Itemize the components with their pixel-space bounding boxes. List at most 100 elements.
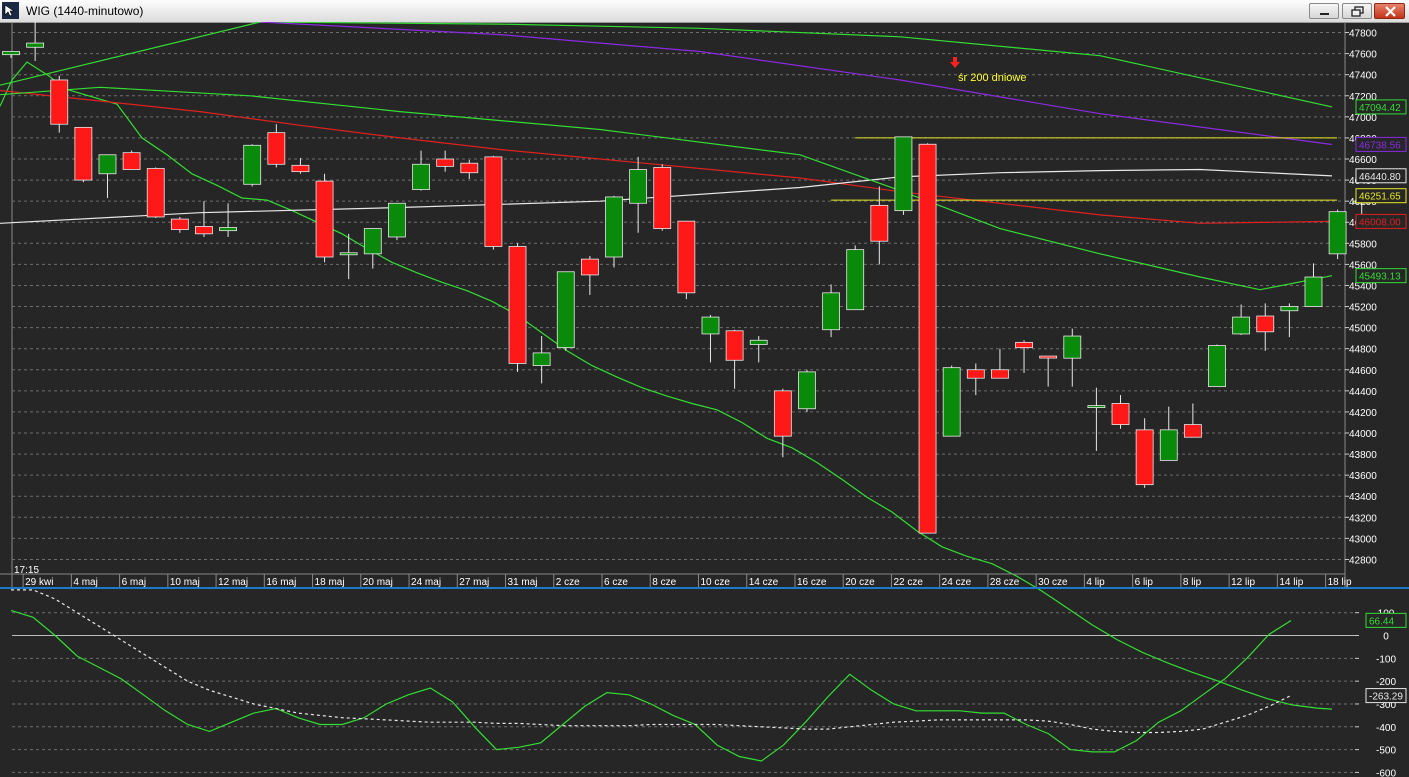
date-tick-label: 10 cze bbox=[700, 577, 730, 588]
oscillator-grid bbox=[12, 612, 1355, 773]
candle-body[interactable] bbox=[1328, 211, 1347, 255]
candle-body[interactable] bbox=[122, 152, 141, 170]
candle-body[interactable] bbox=[267, 132, 286, 165]
price-value-label: 46440.80 bbox=[1359, 172, 1401, 183]
date-tick-label: 16 cze bbox=[797, 577, 827, 588]
date-tick-label: 24 cze bbox=[942, 577, 972, 588]
candle-body[interactable] bbox=[195, 226, 213, 235]
candle-body[interactable] bbox=[894, 136, 913, 212]
candle-body[interactable] bbox=[991, 369, 1009, 379]
candle-body[interactable] bbox=[388, 202, 406, 238]
candle-body[interactable] bbox=[1039, 355, 1058, 359]
candle-body[interactable] bbox=[1183, 424, 1202, 438]
moving-average-line bbox=[0, 22, 1333, 108]
candle-body[interactable] bbox=[580, 258, 599, 276]
candle-body[interactable] bbox=[966, 369, 985, 379]
price-tick-label: 43200 bbox=[1349, 513, 1377, 524]
candle-body[interactable] bbox=[846, 249, 865, 311]
candle-body[interactable] bbox=[918, 143, 937, 534]
window-title: WIG (1440-minutowo) bbox=[26, 4, 144, 18]
chart-area[interactable]: 42800 43000 43200 43400 43600 43800 44000 44200… bbox=[0, 22, 1409, 777]
candle-body[interactable] bbox=[436, 158, 455, 167]
date-tick-label: 4 maj bbox=[73, 577, 97, 588]
price-tick-label: 47600 bbox=[1349, 50, 1377, 61]
candle-body[interactable] bbox=[26, 42, 45, 48]
price-value-label: 45493.13 bbox=[1359, 272, 1401, 283]
date-tick-label: 20 cze bbox=[845, 577, 875, 588]
candle-body[interactable] bbox=[412, 163, 430, 190]
candle-body[interactable] bbox=[291, 164, 310, 173]
oscillator-value-label: 66.44 bbox=[1369, 616, 1394, 627]
title-bar[interactable]: WIG (1440-minutowo) bbox=[0, 0, 1409, 23]
candle-body[interactable] bbox=[1135, 429, 1154, 486]
close-icon bbox=[1385, 6, 1396, 17]
oscillator-series-line bbox=[10, 609, 1292, 762]
date-axis: 29 kwi 4 maj 6 maj 10 maj 12 maj 16 maj 18 maj… bbox=[0, 573, 1352, 588]
candle-body[interactable] bbox=[1232, 316, 1251, 335]
oscillator-tick-label: -500 bbox=[1376, 746, 1396, 757]
candle-body[interactable] bbox=[170, 218, 189, 231]
candle-body[interactable] bbox=[749, 339, 768, 345]
candle-body[interactable] bbox=[50, 79, 69, 125]
candle-body[interactable] bbox=[605, 196, 623, 258]
date-tick-label: 10 maj bbox=[170, 577, 200, 588]
date-tick-label: 18 maj bbox=[315, 577, 345, 588]
candle-body[interactable] bbox=[870, 204, 889, 242]
candle-body[interactable] bbox=[484, 156, 503, 247]
candle-body[interactable] bbox=[460, 162, 479, 174]
candle-body[interactable] bbox=[74, 126, 93, 181]
price-tick-label: 43000 bbox=[1349, 534, 1377, 545]
candle-body[interactable] bbox=[315, 180, 334, 258]
candle-body[interactable] bbox=[98, 154, 117, 175]
candle-body[interactable] bbox=[1304, 276, 1323, 307]
close-button[interactable] bbox=[1374, 3, 1405, 19]
restore-button[interactable] bbox=[1342, 3, 1372, 19]
candle-body[interactable] bbox=[1111, 403, 1130, 425]
candle-body[interactable] bbox=[629, 169, 648, 204]
time-label: 17:15 bbox=[14, 565, 39, 576]
candle-body[interactable] bbox=[219, 227, 237, 232]
moving-averages bbox=[0, 22, 1333, 710]
candle-body[interactable] bbox=[798, 371, 816, 410]
candle-body[interactable] bbox=[363, 228, 382, 255]
price-tick-label: 44800 bbox=[1349, 345, 1377, 356]
price-tick-label: 45800 bbox=[1349, 239, 1377, 250]
annotation-text: śr 200 dniowe bbox=[958, 72, 1027, 84]
candle-body[interactable] bbox=[508, 246, 527, 364]
candle-body[interactable] bbox=[1087, 405, 1106, 409]
app-icon bbox=[2, 2, 19, 19]
candles[interactable] bbox=[2, 22, 1371, 534]
candle-body[interactable] bbox=[339, 252, 358, 256]
oscillator-tick-label: -200 bbox=[1376, 677, 1396, 688]
candle-body[interactable] bbox=[1280, 306, 1299, 312]
candle-body[interactable] bbox=[942, 367, 961, 437]
candle-body[interactable] bbox=[1256, 315, 1275, 333]
price-tick-label: 43800 bbox=[1349, 450, 1377, 461]
candle-body[interactable] bbox=[1015, 341, 1033, 349]
date-tick-label: 29 kwi bbox=[25, 577, 53, 588]
candle-body[interactable] bbox=[1159, 429, 1178, 461]
price-value-label: 47094.42 bbox=[1359, 103, 1401, 114]
price-value-label: 46738.56 bbox=[1359, 140, 1401, 151]
candle-body[interactable] bbox=[1208, 345, 1226, 388]
date-tick-label: 6 maj bbox=[122, 577, 146, 588]
candle-body[interactable] bbox=[1063, 335, 1082, 359]
candle-body[interactable] bbox=[243, 144, 262, 185]
candle-body[interactable] bbox=[146, 168, 165, 218]
date-tick-label: 12 maj bbox=[218, 577, 248, 588]
date-tick-label: 24 maj bbox=[411, 577, 441, 588]
candle-body[interactable] bbox=[677, 220, 696, 294]
candle-body[interactable] bbox=[653, 167, 672, 229]
date-tick-label: 27 maj bbox=[459, 577, 489, 588]
date-tick-label: 14 lip bbox=[1279, 577, 1303, 588]
arrow-down-icon bbox=[950, 57, 960, 68]
candle-body[interactable] bbox=[773, 390, 792, 437]
candle-body[interactable] bbox=[725, 330, 744, 361]
candle-body[interactable] bbox=[822, 292, 840, 331]
candle-body[interactable] bbox=[701, 316, 720, 335]
candle-body[interactable] bbox=[556, 271, 575, 349]
price-tick-label: 45200 bbox=[1349, 303, 1377, 314]
candle-body[interactable] bbox=[2, 51, 20, 56]
candle-body[interactable] bbox=[532, 352, 551, 366]
minimize-button[interactable] bbox=[1309, 3, 1339, 19]
